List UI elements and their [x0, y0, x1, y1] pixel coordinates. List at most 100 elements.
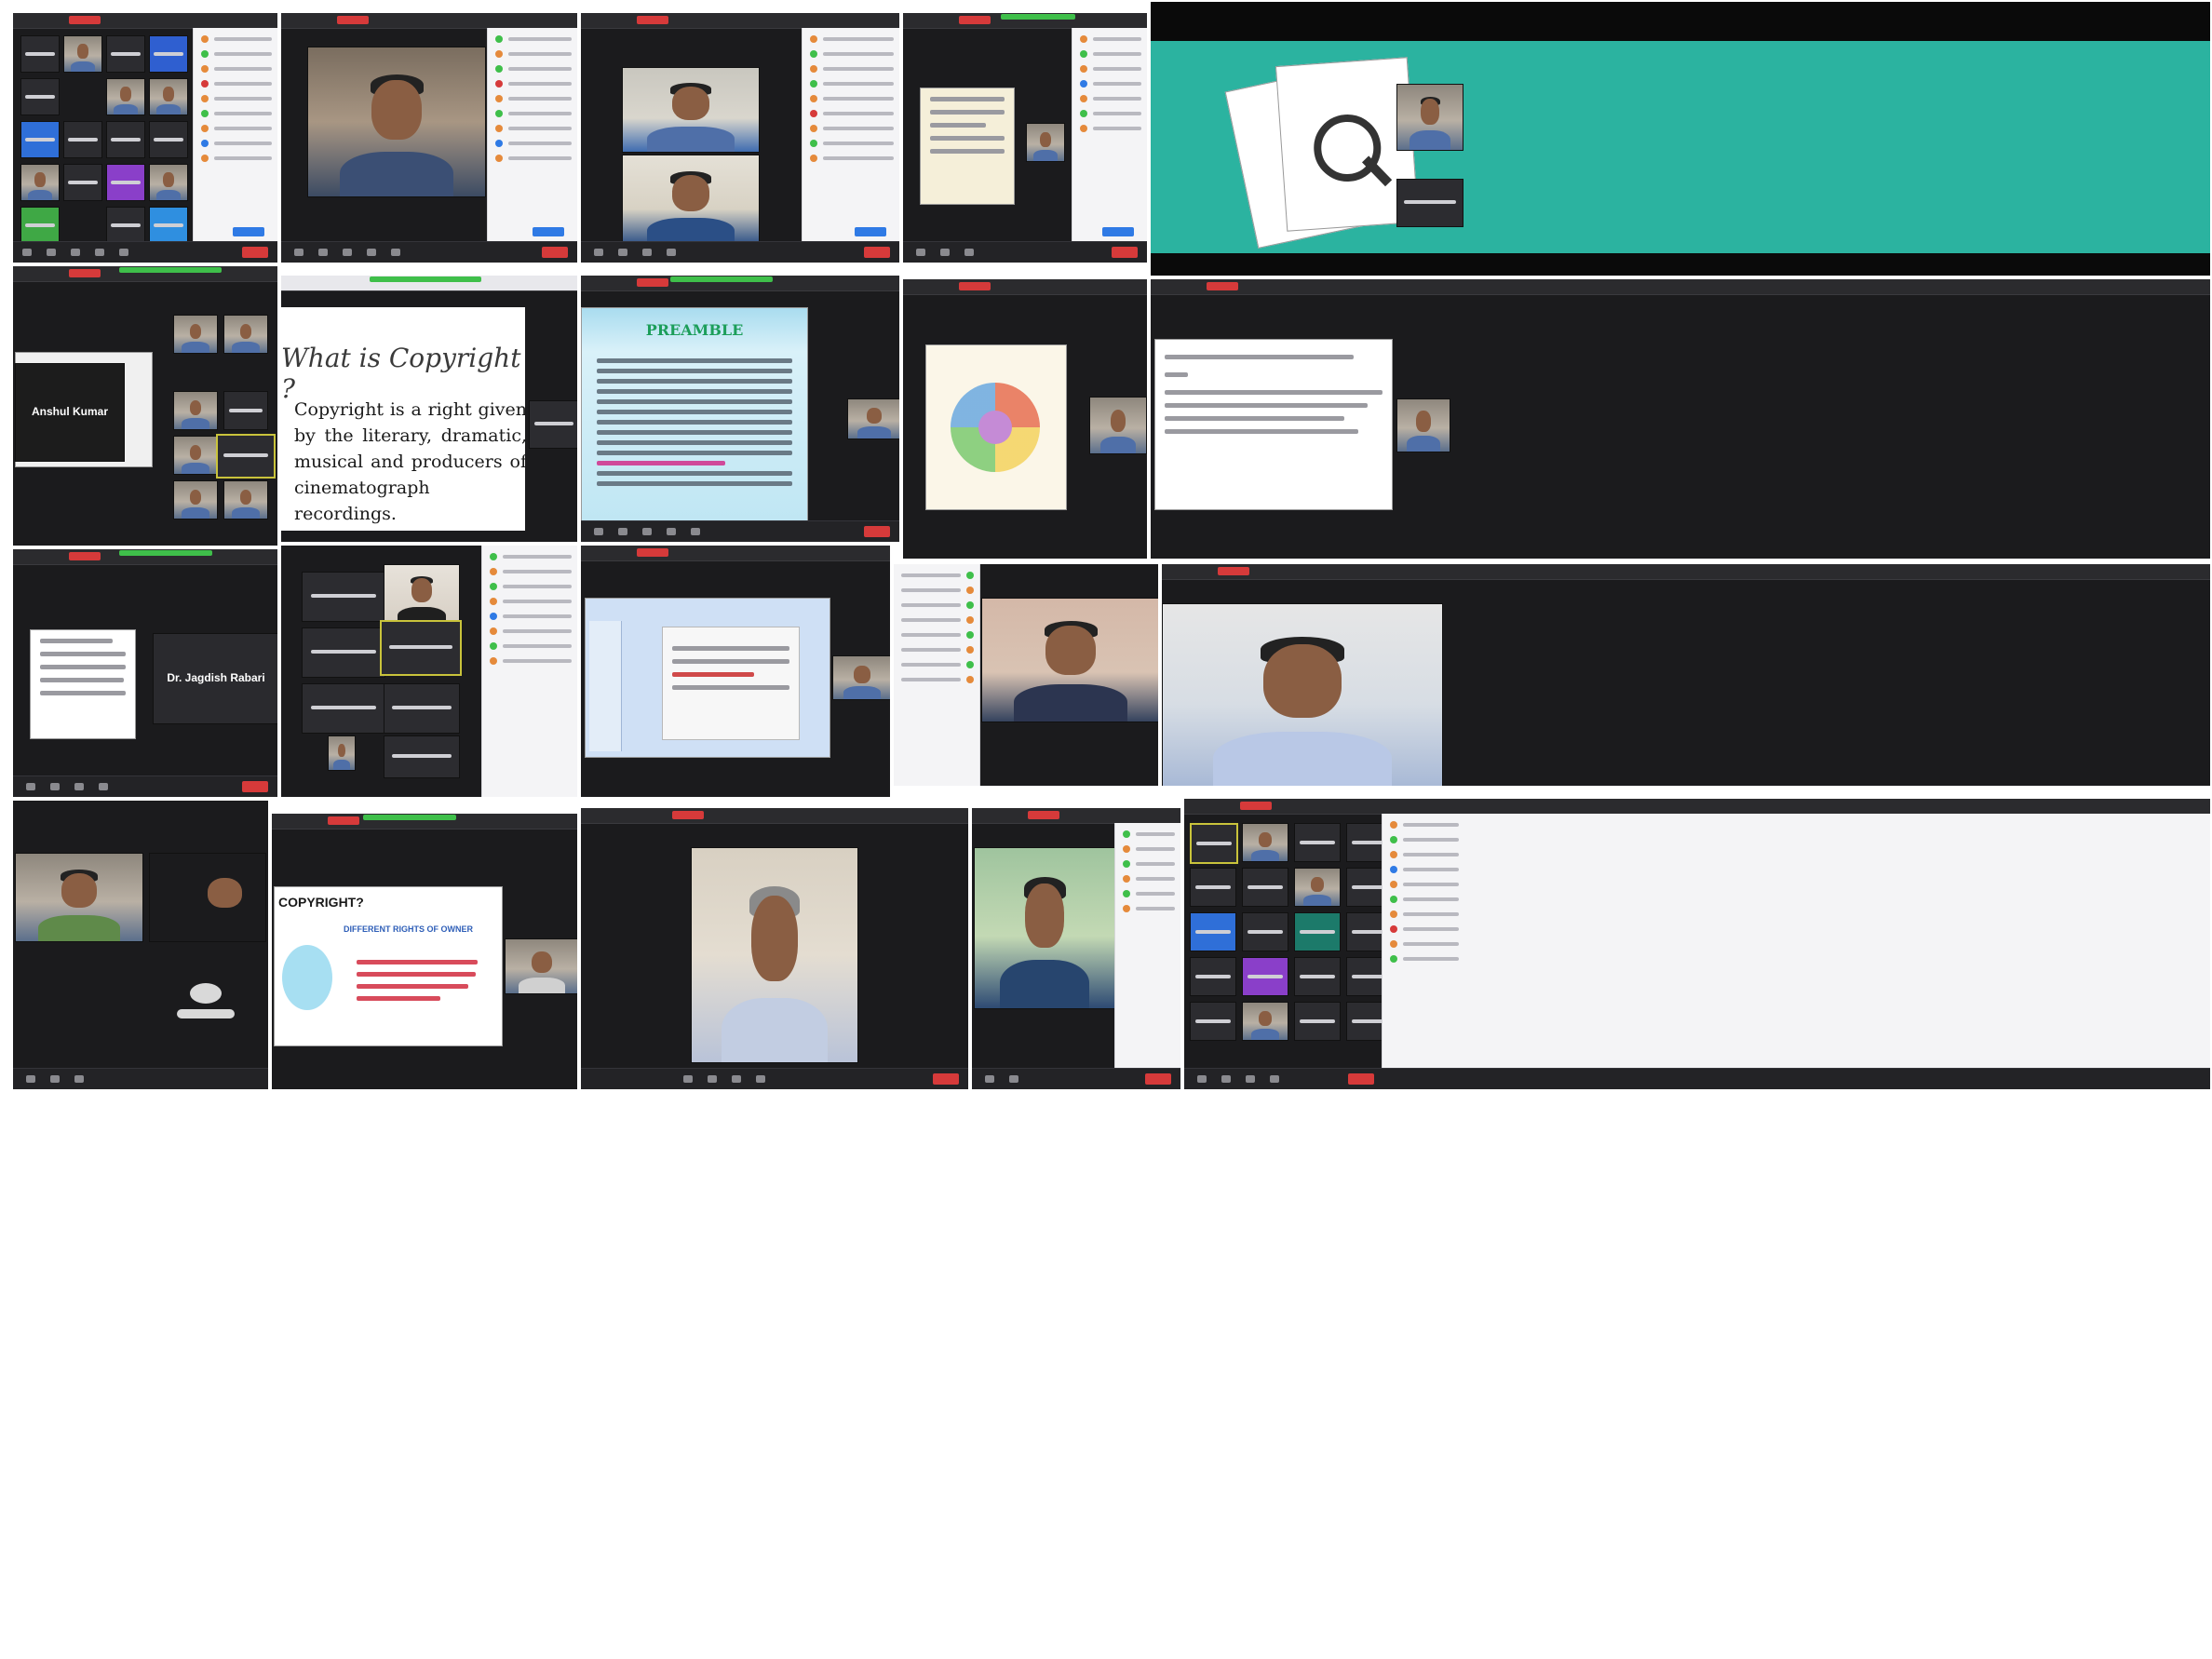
window-titlebar: [281, 276, 577, 291]
participant-tile: [302, 683, 385, 734]
participant-tile: [1396, 179, 1463, 227]
window-titlebar: [281, 13, 577, 29]
participant-video: [384, 564, 460, 626]
screen-slide-top-5: [1149, 0, 2212, 277]
participants-panel[interactable]: [802, 28, 899, 242]
screen-slide-mid-5: [1149, 277, 2212, 560]
participants-panel[interactable]: [487, 28, 577, 242]
speaker-video: [981, 598, 1158, 722]
speaker-name: Dr. Jagdish Rabari: [167, 671, 265, 684]
screen-gallery-bot-5: [1182, 797, 2212, 1091]
end-meeting-button[interactable]: [933, 1073, 959, 1085]
participant-video: [1026, 123, 1065, 162]
end-meeting-button[interactable]: [1348, 1073, 1374, 1085]
end-meeting-button[interactable]: [242, 781, 268, 792]
shared-slide: [1154, 339, 1393, 510]
participant-video: [1396, 398, 1450, 452]
window-titlebar: [903, 279, 1147, 295]
participant-video: [15, 853, 143, 942]
participant-video: [328, 735, 356, 771]
shared-slide: COPYRIGHT? DIFFERENT RIGHTS OF OWNER: [274, 886, 503, 1046]
end-meeting-button[interactable]: [864, 526, 890, 537]
invite-button[interactable]: [855, 227, 886, 236]
shared-document: [920, 88, 1015, 205]
participant-video: [505, 938, 577, 994]
screen-speaker-bot-1: [11, 799, 270, 1091]
end-meeting-button[interactable]: [1145, 1073, 1171, 1085]
slide-body: Copyright is a right given by the litera…: [294, 399, 525, 524]
slide-title: PREAMBLE: [645, 321, 744, 339]
participants-panel[interactable]: [1072, 28, 1147, 242]
screen-preamble-slide-mid-3: PREAMBLE: [579, 274, 901, 544]
participant-tile: [1190, 823, 1238, 864]
participant-video: [106, 78, 145, 115]
participant-video: [63, 35, 102, 73]
invite-button[interactable]: [1102, 227, 1134, 236]
participant-video: [149, 164, 188, 201]
shared-slide: What is Copyright ? Copyright is a right…: [281, 307, 525, 531]
participants-panel[interactable]: [1382, 814, 2210, 1069]
window-titlebar: [13, 13, 277, 29]
presentation-editor: [585, 598, 830, 758]
participant-tile: [1294, 1002, 1341, 1041]
speaker-video: [307, 47, 486, 197]
participant-tile: [384, 735, 460, 778]
screen-document-top-4: [901, 11, 1149, 264]
screen-gallery-top-1: [11, 11, 279, 264]
meeting-controls: [581, 1068, 968, 1089]
participant-tile: [106, 121, 145, 158]
window-titlebar: [272, 814, 577, 830]
active-speaker-tile: Anshul Kumar: [15, 363, 125, 462]
invite-button[interactable]: [533, 227, 564, 236]
end-meeting-button[interactable]: [864, 247, 890, 258]
end-meeting-button[interactable]: [542, 247, 568, 258]
meeting-controls: [13, 241, 277, 263]
participants-panel[interactable]: [481, 546, 577, 797]
slide-title: COPYRIGHT?: [278, 895, 364, 910]
meeting-controls: [581, 520, 899, 542]
participant-video: [847, 398, 899, 439]
screen-speaker-top-2: [279, 11, 579, 264]
meeting-controls: [13, 1068, 268, 1089]
window-titlebar: [581, 13, 899, 29]
shared-slide: PREAMBLE: [581, 307, 808, 525]
participant-tile: [1242, 868, 1288, 907]
window-titlebar: [581, 276, 899, 291]
window-titlebar: [1184, 799, 2210, 815]
participant-tile: [1242, 912, 1288, 951]
participant-tile: [1242, 957, 1288, 996]
screen-copyright-slide-mid-2: What is Copyright ? Copyright is a right…: [279, 274, 579, 544]
screen-name-tile-row3-1: Dr. Jagdish Rabari: [11, 547, 279, 799]
screen-speaker-bot-4: [970, 806, 1182, 1091]
participants-panel[interactable]: [1114, 823, 1180, 1069]
window-titlebar: [13, 549, 277, 565]
invite-button[interactable]: [233, 227, 264, 236]
participant-tile: [106, 164, 145, 201]
meeting-controls: [1184, 1068, 2210, 1089]
participant-video: [173, 480, 218, 519]
participant-video: [1242, 1002, 1288, 1041]
participant-tile: [1190, 912, 1236, 951]
meeting-controls: [903, 241, 1147, 263]
end-meeting-button[interactable]: [1112, 247, 1138, 258]
avatar: [177, 1009, 235, 1018]
participant-tile: [1294, 912, 1341, 951]
speaker-video: [622, 67, 760, 153]
participants-panel[interactable]: [193, 28, 277, 242]
active-speaker-tile: Dr. Jagdish Rabari: [153, 633, 277, 724]
window-titlebar: [581, 546, 890, 561]
participants-panel[interactable]: [894, 564, 980, 786]
participant-tile: [380, 620, 462, 676]
participant-tile: [20, 207, 60, 244]
screen-speaker-bot-3: [579, 806, 970, 1091]
recording-indicator: [69, 16, 101, 24]
participant-video: [223, 480, 268, 519]
shared-diagram: [925, 344, 1067, 510]
participant-video: [20, 164, 60, 201]
participant-tile: [384, 683, 460, 734]
meeting-controls: [281, 241, 577, 263]
participant-tile: [302, 627, 385, 678]
end-meeting-button[interactable]: [242, 247, 268, 258]
participant-video: [1242, 823, 1288, 862]
participant-tile: [529, 400, 577, 449]
